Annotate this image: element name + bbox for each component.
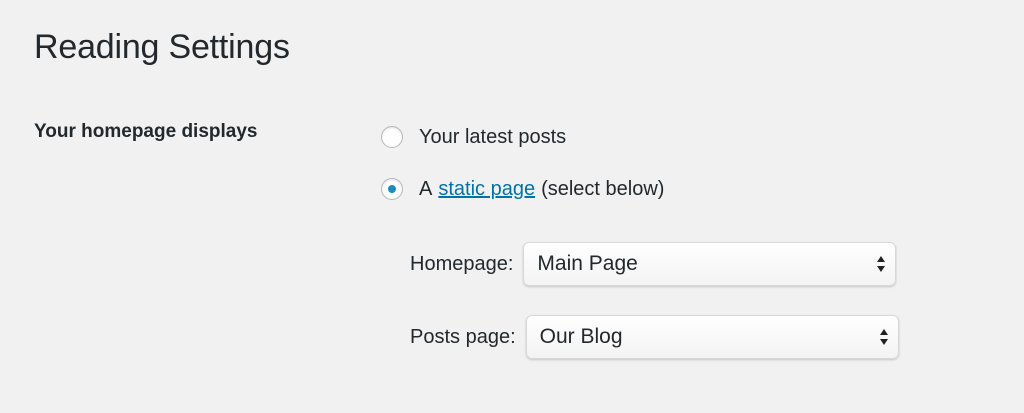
homepage-displays-label: Your homepage displays [34,121,258,142]
posts-page-select-value: Our Blog [539,325,623,348]
homepage-select-value: Main Page [537,252,638,275]
homepage-select[interactable]: Main Page [523,242,897,286]
posts-page-select[interactable]: Our Blog [525,315,899,359]
homepage-select-label: Homepage: [410,252,514,275]
homepage-select-row: Homepage: Main Page [410,242,897,286]
up-down-arrows-icon [879,329,888,345]
static-page-link[interactable]: static page [438,178,535,201]
radio-option-static-page[interactable]: A static page (select below) [381,175,664,203]
radio-label-suffix: (select below) [541,177,665,200]
radio-selected-dot [388,185,396,193]
page-title: Reading Settings [34,28,290,66]
radio-label-prefix: A [419,177,433,200]
radio-button-static-page[interactable] [381,178,403,200]
radio-option-latest-posts[interactable]: Your latest posts [381,123,566,151]
up-down-arrows-icon [877,256,886,272]
reading-settings-page: Reading Settings Your homepage displays … [0,0,1024,413]
posts-page-select-row: Posts page: Our Blog [410,315,899,359]
radio-button-latest-posts[interactable] [381,126,403,148]
posts-page-select-label: Posts page: [410,325,516,348]
radio-label-latest-posts: Your latest posts [419,125,567,148]
